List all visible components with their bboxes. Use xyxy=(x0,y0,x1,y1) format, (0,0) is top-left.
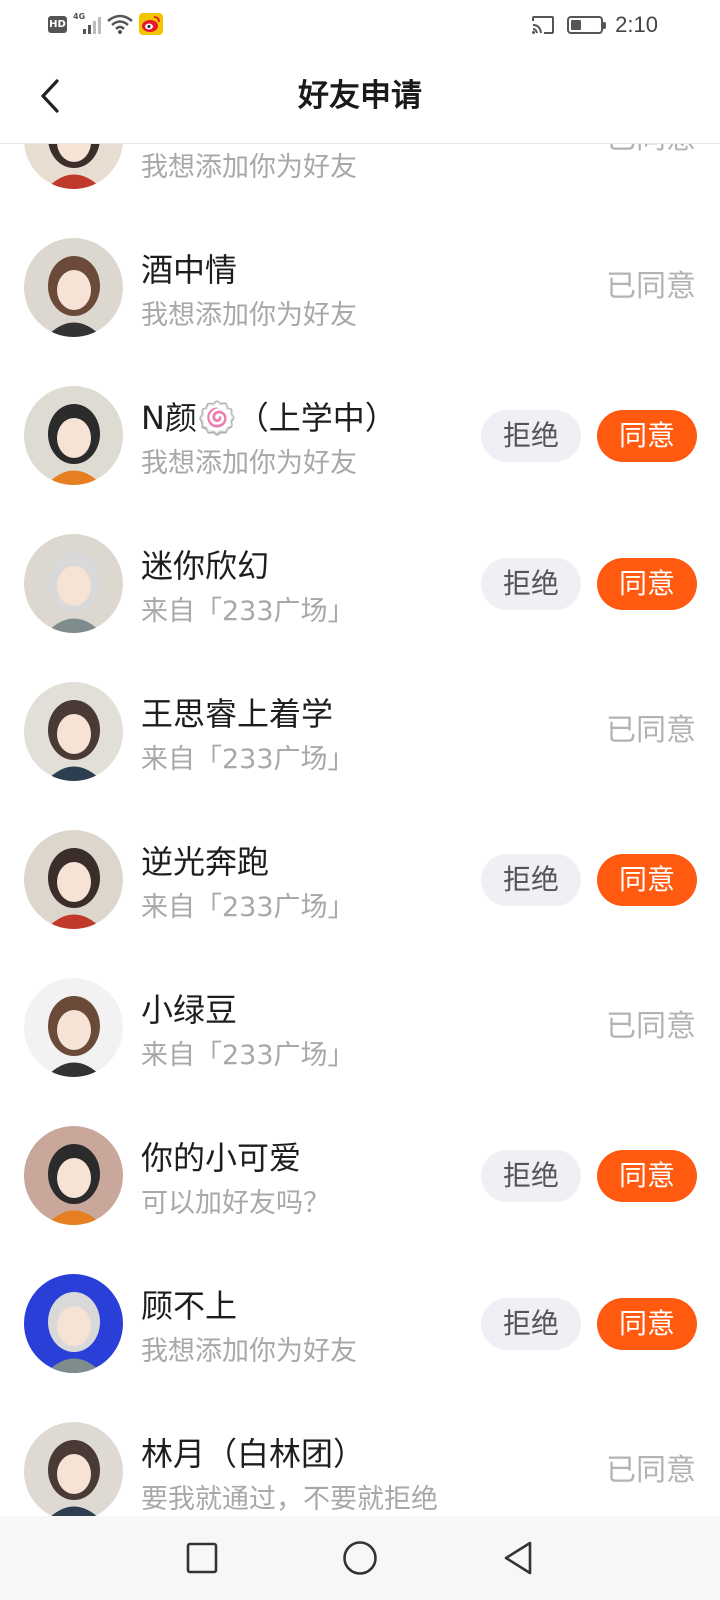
wifi-icon xyxy=(107,14,133,34)
avatar-image xyxy=(46,144,102,189)
status-bar-left: HD 4G xyxy=(48,12,163,35)
avatar[interactable] xyxy=(24,830,123,929)
request-message: 我想添加你为好友 xyxy=(141,1336,357,1367)
request-message: 要我就通过，不要就拒绝 xyxy=(141,1484,438,1515)
requester-name: 逆光奔跑 xyxy=(141,843,270,881)
avatar-image xyxy=(46,700,102,781)
reject-button[interactable]: 拒绝 xyxy=(481,558,581,610)
requester-name: 小绿豆 xyxy=(141,991,238,1029)
accept-button[interactable]: 同意 xyxy=(597,558,697,610)
request-message: 可以加好友吗？ xyxy=(141,1188,330,1219)
reject-button[interactable]: 拒绝 xyxy=(481,1298,581,1350)
battery-icon xyxy=(567,16,607,34)
status-bar: HD 4G 2:10 xyxy=(0,0,720,48)
agreed-status-label: 已同意 xyxy=(606,269,696,304)
request-message: 来自「233广场」 xyxy=(141,892,355,923)
agreed-status-label: 已同意 xyxy=(606,1009,696,1044)
accept-button[interactable]: 同意 xyxy=(597,854,697,906)
request-message: 来自「233广场」 xyxy=(141,596,355,627)
avatar[interactable] xyxy=(24,1274,123,1373)
battery-level xyxy=(571,20,581,30)
reject-button[interactable]: 拒绝 xyxy=(481,410,581,462)
avatar[interactable] xyxy=(24,1126,123,1225)
cast-icon xyxy=(532,16,555,34)
clock: 2:10 xyxy=(615,12,658,37)
system-nav-bar xyxy=(0,1516,720,1600)
agreed-status-label: 已同意 xyxy=(606,1453,696,1488)
friend-request-row[interactable]: N颜🍥（上学中） 我想添加你为好友 拒绝 同意 xyxy=(0,361,720,509)
friend-request-row[interactable]: 顾不上我想添加你为好友 拒绝 同意 xyxy=(0,1249,720,1397)
avatar-image xyxy=(46,256,102,337)
request-message: 我想添加你为好友 xyxy=(141,448,357,479)
home-button[interactable] xyxy=(340,1538,380,1578)
friend-request-row[interactable]: 迷你欣幻来自「233广场」 拒绝 同意 xyxy=(0,509,720,657)
accept-button[interactable]: 同意 xyxy=(597,410,697,462)
avatar[interactable] xyxy=(24,1422,123,1516)
avatar[interactable] xyxy=(24,386,123,485)
recents-button[interactable] xyxy=(182,1538,222,1578)
friend-request-row[interactable]: 逆光奔跑来自「233广场」 拒绝 同意 xyxy=(0,805,720,953)
friend-request-list[interactable]: 我想添加你为好友已同意酒中情我想添加你为好友已同意N颜🍥（上学中）我想添加你为好… xyxy=(0,144,720,1516)
avatar-image xyxy=(46,1144,102,1225)
back-nav-button[interactable] xyxy=(498,1538,538,1578)
friend-request-row[interactable]: 你的小可爱可以加好友吗？ 拒绝 同意 xyxy=(0,1101,720,1249)
requester-name: 王思睿上着学 xyxy=(141,695,334,733)
friend-request-row[interactable]: 小绿豆来自「233广场」 已同意 xyxy=(0,953,720,1101)
avatar[interactable] xyxy=(24,534,123,633)
circle-home-icon xyxy=(343,1541,377,1575)
requester-name: 顾不上 xyxy=(141,1287,238,1325)
status-bar-right: 2:10 xyxy=(531,12,658,38)
weibo-icon xyxy=(139,13,163,35)
reject-button[interactable]: 拒绝 xyxy=(481,854,581,906)
friend-request-row[interactable]: 王思睿上着学来自「233广场」 已同意 xyxy=(0,657,720,805)
request-message: 我想添加你为好友 xyxy=(141,152,357,183)
requester-name: 你的小可爱 xyxy=(141,1139,302,1177)
avatar-image xyxy=(48,1440,100,1516)
avatar-image xyxy=(46,552,102,633)
accept-button[interactable]: 同意 xyxy=(597,1150,697,1202)
top-bar: 好友申请 xyxy=(0,48,720,144)
avatar[interactable] xyxy=(24,144,123,189)
avatar[interactable] xyxy=(24,978,123,1077)
signal-icon: 4G xyxy=(73,12,101,34)
avatar[interactable] xyxy=(24,238,123,337)
requester-name: 林月（白林团） xyxy=(141,1435,366,1473)
avatar[interactable] xyxy=(24,682,123,781)
friend-request-row[interactable]: 林月（白林团） 要我就通过，不要就拒绝 已同意 xyxy=(0,1397,720,1516)
agreed-status-label: 已同意 xyxy=(606,713,696,748)
agreed-status-label: 已同意 xyxy=(606,144,696,159)
hd-icon: HD xyxy=(48,15,67,33)
requester-name: N颜🍥（上学中） xyxy=(141,399,397,437)
square-recents-icon xyxy=(186,1542,218,1574)
avatar-image xyxy=(46,996,102,1077)
page-title: 好友申请 xyxy=(298,78,422,114)
avatar-image xyxy=(46,1292,102,1373)
accept-button[interactable]: 同意 xyxy=(597,1298,697,1350)
triangle-back-icon xyxy=(504,1541,532,1575)
request-message: 来自「233广场」 xyxy=(141,1040,355,1071)
reject-button[interactable]: 拒绝 xyxy=(481,1150,581,1202)
friend-request-row[interactable]: 酒中情我想添加你为好友 已同意 xyxy=(0,213,720,361)
avatar-image xyxy=(46,848,102,929)
request-message: 我想添加你为好友 xyxy=(141,300,357,331)
requester-name: 迷你欣幻 xyxy=(141,547,270,585)
friend-request-row[interactable]: 我想添加你为好友 已同意 xyxy=(0,144,720,213)
request-message: 来自「233广场」 xyxy=(141,744,355,775)
avatar-image xyxy=(46,404,102,485)
requester-name: 酒中情 xyxy=(141,251,238,289)
